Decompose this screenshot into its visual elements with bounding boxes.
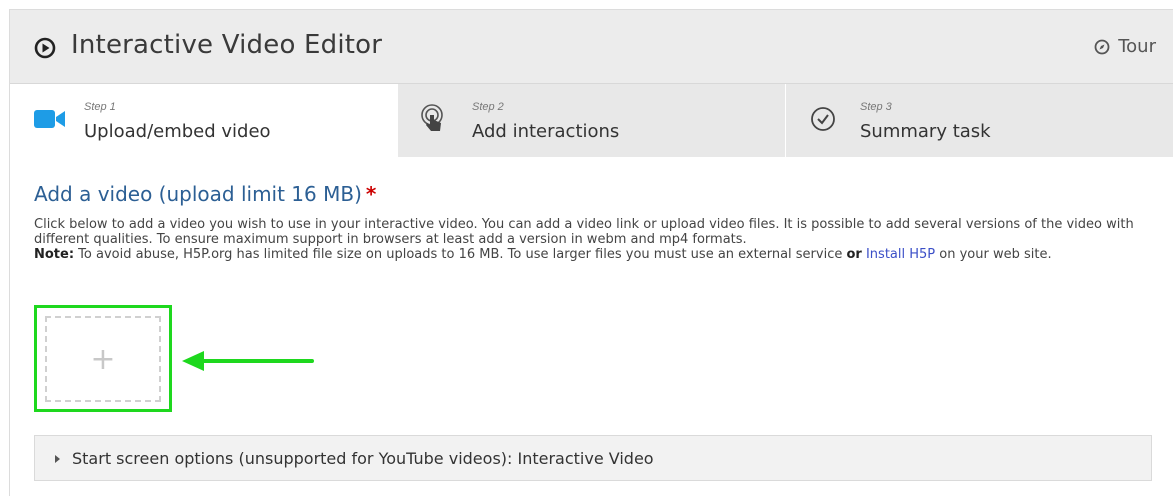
step-number: Step 1	[84, 101, 116, 113]
note-text: To avoid abuse, H5P.org has limited file…	[74, 247, 847, 262]
upload-highlight-frame: +	[34, 305, 172, 412]
checkmark-circle-icon	[811, 107, 835, 131]
note-or: or	[846, 247, 862, 262]
start-screen-options-label: Start screen options (unsupported for Yo…	[72, 449, 654, 468]
step-label: Add interactions	[472, 121, 620, 142]
start-screen-options-toggle[interactable]: Start screen options (unsupported for Yo…	[34, 435, 1152, 481]
play-circle-icon	[34, 37, 56, 59]
left-arrow-icon	[182, 351, 314, 371]
add-video-button[interactable]: +	[45, 316, 161, 402]
tour-button[interactable]: Tour	[1094, 36, 1156, 57]
touch-pointer-icon	[421, 104, 443, 131]
note-text-end: on your web site.	[935, 247, 1052, 262]
editor-header: Interactive Video Editor Tour	[10, 10, 1173, 84]
step-label: Summary task	[860, 121, 991, 142]
required-marker: *	[365, 182, 377, 206]
step-number: Step 3	[860, 101, 892, 113]
editor-title: Interactive Video Editor	[71, 30, 383, 60]
tab-step-3-summary[interactable]: Step 3 Summary task	[786, 84, 1173, 157]
step-number: Step 2	[472, 101, 504, 113]
plus-icon: +	[90, 341, 116, 377]
description-text: Click below to add a video you wish to u…	[34, 217, 1134, 247]
note-label: Note:	[34, 247, 75, 262]
step-label: Upload/embed video	[84, 121, 271, 142]
field-title-text: Add a video (upload limit 16 MB)	[34, 182, 362, 206]
field-title: Add a video (upload limit 16 MB) *	[34, 182, 1154, 206]
tour-label: Tour	[1118, 36, 1156, 57]
field-description: Click below to add a video you wish to u…	[34, 217, 1150, 262]
caret-right-icon	[55, 455, 60, 463]
tab-step-1-upload[interactable]: Step 1 Upload/embed video	[10, 84, 398, 157]
compass-icon	[1094, 39, 1110, 54]
tab-step-2-interactions[interactable]: Step 2 Add interactions	[398, 84, 786, 157]
video-field: Add a video (upload limit 16 MB) * Click …	[34, 182, 1154, 262]
install-h5p-link[interactable]: Install H5P	[866, 247, 935, 262]
video-camera-icon	[34, 110, 65, 128]
interactive-video-editor: Interactive Video Editor Tour Step 1 Upl…	[9, 9, 1173, 496]
step-tabs: Step 1 Upload/embed video Step 2 Add int…	[10, 84, 1173, 157]
